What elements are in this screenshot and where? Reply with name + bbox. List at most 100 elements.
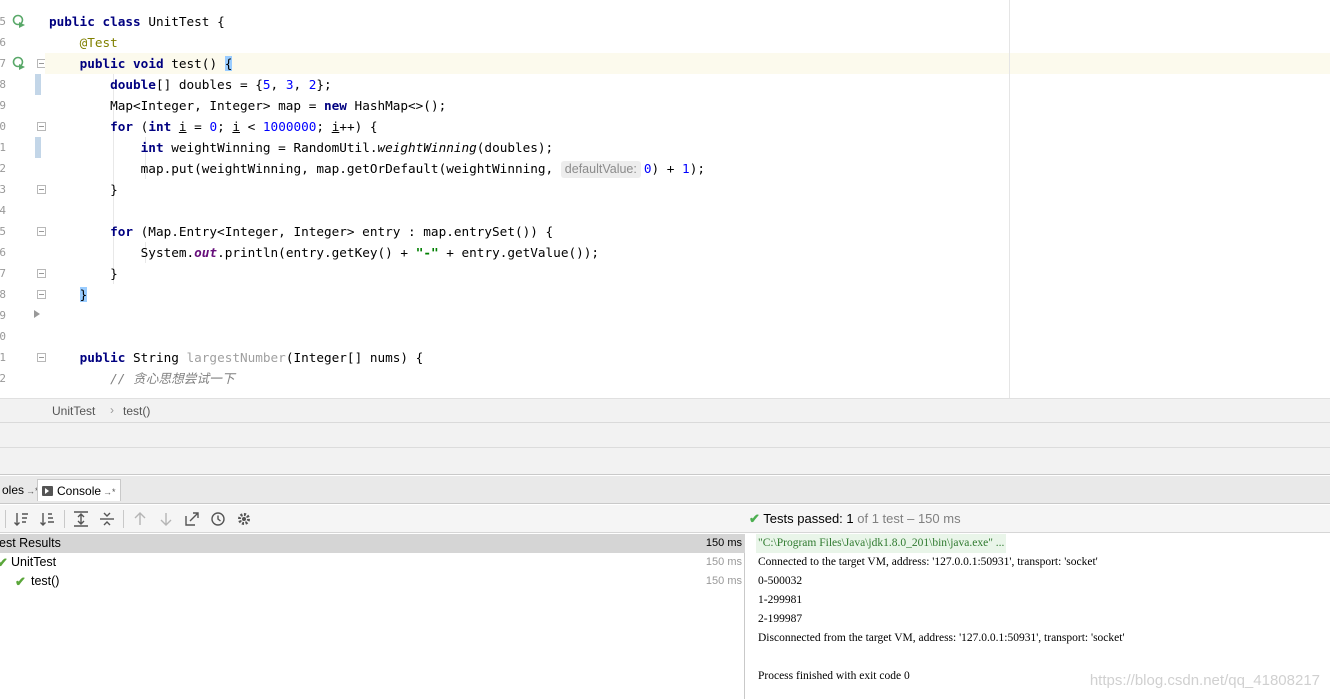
console-output[interactable]: "C:\Program Files\Java\jdk1.8.0_201\bin\… <box>746 534 1330 699</box>
code-area[interactable]: public class UnitTest { @Test public voi… <box>45 0 1330 398</box>
code-line[interactable]: System.out.println(entry.getKey() + "-" … <box>45 242 1330 263</box>
number-literal: 3 <box>285 77 294 92</box>
number-literal: 1 <box>682 161 690 176</box>
code-line[interactable] <box>45 326 1330 347</box>
keyword: int <box>140 140 164 155</box>
brace: } <box>110 266 118 281</box>
code-line[interactable]: for (Map.Entry<Integer, Integer> entry :… <box>45 221 1330 242</box>
keyword: public <box>49 14 95 29</box>
line-number: 7 <box>0 267 6 280</box>
gutter-line: 4 <box>0 200 45 221</box>
gutter-line: 7 <box>0 263 46 284</box>
run-class-icon[interactable] <box>12 14 26 28</box>
code-line[interactable] <box>45 305 1330 326</box>
next-failed-icon[interactable] <box>157 510 175 528</box>
console-line-command[interactable]: "C:\Program Files\Java\jdk1.8.0_201\bin\… <box>756 534 1007 553</box>
tree-row-unittest[interactable]: ✔ UnitTest 150 ms <box>0 553 745 572</box>
vcs-change-marker[interactable] <box>35 137 41 158</box>
test-results-tree[interactable]: est Results 150 ms ✔ UnitTest 150 ms ✔ t… <box>0 534 745 699</box>
pin-icon[interactable]: →* <box>103 487 116 497</box>
breadcrumb-item-method[interactable]: test() <box>123 404 150 418</box>
gutter-line: 5 <box>0 221 46 242</box>
code-line[interactable]: public String largestNumber(Integer[] nu… <box>45 347 1330 368</box>
gutter-line: 0 <box>0 116 46 137</box>
passed-check-icon: ✔ <box>749 511 760 526</box>
console-line: Process finished with exit code 0 <box>758 670 910 682</box>
line-number: 1 <box>0 351 6 364</box>
brace: } <box>110 182 118 197</box>
code-line[interactable]: Map<Integer, Integer> map = new HashMap<… <box>45 95 1330 116</box>
history-icon[interactable] <box>209 510 227 528</box>
code-line[interactable]: int weightWinning = RandomUtil.weightWin… <box>45 137 1330 158</box>
line-number: 9 <box>0 309 6 322</box>
console-line: 0-500032 <box>758 575 803 587</box>
tab-label: Console <box>57 484 102 498</box>
code-text: ++) { <box>339 119 378 134</box>
code-line[interactable]: } <box>45 179 1330 200</box>
matched-brace-open: { <box>224 56 233 71</box>
code-line[interactable]: } <box>45 263 1330 284</box>
gutter-line: 7 <box>0 53 46 74</box>
test-duration: 150 ms <box>705 537 742 549</box>
settings-icon[interactable] <box>235 510 253 528</box>
expand-all-icon[interactable] <box>72 510 90 528</box>
console-line: Disconnected from the target VM, address… <box>758 632 1125 644</box>
code-text: (doubles); <box>476 140 554 155</box>
tab-console[interactable]: Console →* <box>37 479 121 501</box>
class-name: UnitTest { <box>148 14 225 29</box>
tree-row-label: UnitTest <box>11 555 57 569</box>
code-line[interactable]: for (int i = 0; i < 1000000; i++) { <box>45 116 1330 137</box>
collapse-all-icon[interactable] <box>98 510 116 528</box>
code-text: map.put(weightWinning, map.getOrDefault(… <box>140 161 561 176</box>
tree-row-test-method[interactable]: ✔ test() 150 ms <box>0 572 745 591</box>
collapsed-fold-icon[interactable] <box>34 310 40 318</box>
code-text: [] doubles = { <box>155 77 263 92</box>
string-literal: "-" <box>415 245 439 260</box>
sort-duration-icon[interactable] <box>39 510 57 528</box>
code-line[interactable]: } <box>45 284 1330 305</box>
method-name: test() <box>171 56 225 71</box>
toolbar-separator <box>64 510 65 528</box>
editor-bottom-area <box>0 423 1330 475</box>
line-number: 9 <box>0 99 6 112</box>
line-number: 8 <box>0 78 6 91</box>
export-icon[interactable] <box>183 510 201 528</box>
code-line[interactable]: public class UnitTest { <box>45 11 1330 32</box>
number-literal: 0 <box>209 119 218 134</box>
gutter-line: 8 <box>0 284 46 305</box>
vcs-change-marker[interactable] <box>35 74 41 95</box>
tab-label: oles <box>2 483 25 497</box>
sort-alpha-icon[interactable] <box>13 510 31 528</box>
code-line[interactable]: map.put(weightWinning, map.getOrDefault(… <box>45 158 1330 179</box>
line-number: 2 <box>0 162 6 175</box>
keyword: void <box>133 56 164 71</box>
breadcrumb: UnitTest › test() <box>0 398 1330 423</box>
code-text: HashMap<>(); <box>346 98 447 113</box>
tree-row-test-results[interactable]: est Results 150 ms <box>0 534 745 553</box>
code-line[interactable]: double[] doubles = {5, 3, 2}; <box>45 74 1330 95</box>
breadcrumb-item-class[interactable]: UnitTest <box>52 404 95 418</box>
keyword: double <box>110 77 156 92</box>
test-runner-toolbar: ✔ Tests passed: 1 of 1 test – 150 ms <box>0 505 1330 533</box>
number-literal: 1000000 <box>262 119 317 134</box>
code-line-current[interactable]: public void test() }{ <box>45 53 1330 74</box>
code-editor[interactable]: 5 6 7 8 9 0 1 2 3 4 5 6 7 8 9 0 1 2 publ… <box>0 0 1330 398</box>
gutter-line: 0 <box>0 326 45 347</box>
gutter-line: 9 <box>0 305 45 326</box>
code-text: + entry.getValue()); <box>438 245 600 260</box>
code-line[interactable]: // 贪心思想尝试一下 <box>45 368 1330 389</box>
line-number: 7 <box>0 57 6 70</box>
code-line[interactable]: @Test <box>45 32 1330 53</box>
keyword: public <box>79 350 126 365</box>
line-number: 1 <box>0 141 6 154</box>
prev-failed-icon[interactable] <box>131 510 149 528</box>
run-test-icon[interactable] <box>12 56 26 70</box>
static-method: weightWinning <box>377 140 477 155</box>
gutter-line: 6 <box>0 242 45 263</box>
keyword: int <box>148 119 172 134</box>
code-line[interactable] <box>45 200 1330 221</box>
breadcrumb-separator: › <box>110 403 114 417</box>
line-number: 2 <box>0 372 6 385</box>
keyword: public <box>79 56 126 71</box>
console-line: Connected to the target VM, address: '12… <box>758 556 1098 568</box>
